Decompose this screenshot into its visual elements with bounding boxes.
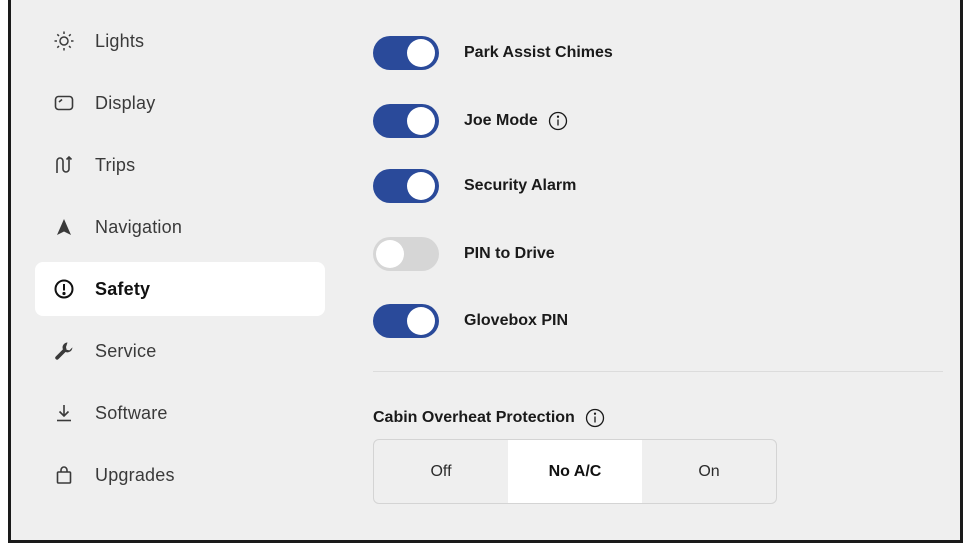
setting-label-text: Joe Mode: [464, 112, 538, 129]
sidebar-item-label: Safety: [95, 278, 151, 299]
sidebar-item-label: Software: [95, 402, 168, 423]
sidebar-item-label: Navigation: [95, 216, 183, 237]
toggle-knob: [407, 307, 435, 335]
info-icon[interactable]: [548, 111, 568, 131]
setting-label-text: Glovebox PIN: [464, 312, 569, 329]
setting-row-security-alarm: Security Alarm: [373, 166, 576, 206]
sidebar-item-safety[interactable]: Safety: [35, 262, 325, 316]
sidebar-item-label: Lights: [95, 30, 145, 51]
cabin-overheat-selector: Off No A/C On: [373, 439, 777, 504]
option-on[interactable]: On: [642, 440, 776, 503]
sidebar-item-lights[interactable]: Lights: [35, 14, 325, 68]
cabin-overheat-title: Cabin Overheat Protection: [373, 408, 605, 428]
info-icon[interactable]: [585, 408, 605, 428]
toggle-knob: [407, 107, 435, 135]
sidebar-item-upgrades[interactable]: Upgrades: [35, 448, 325, 502]
setting-label: Glovebox PIN: [464, 312, 568, 330]
setting-label: Security Alarm: [464, 177, 576, 195]
download-icon: [53, 402, 75, 424]
setting-row-pin-to-drive: PIN to Drive: [373, 234, 555, 274]
setting-label: PIN to Drive: [464, 245, 555, 263]
sun-icon: [53, 30, 75, 52]
setting-label: Park Assist Chimes: [464, 44, 613, 62]
joe-mode-toggle[interactable]: [373, 104, 439, 138]
navigation-arrow-icon: [53, 216, 75, 238]
sidebar-item-navigation[interactable]: Navigation: [35, 200, 325, 254]
wrench-icon: [53, 340, 75, 362]
setting-label-text: Park Assist Chimes: [464, 44, 613, 61]
park-assist-chimes-toggle[interactable]: [373, 36, 439, 70]
setting-row-joe-mode: Joe Mode: [373, 101, 568, 141]
glovebox-pin-toggle[interactable]: [373, 304, 439, 338]
sidebar-item-label: Trips: [95, 154, 136, 175]
toggle-knob: [407, 39, 435, 67]
sidebar-item-software[interactable]: Software: [35, 386, 325, 440]
sidebar-item-label: Display: [95, 92, 156, 113]
toggle-knob: [376, 240, 404, 268]
setting-row-glovebox-pin: Glovebox PIN: [373, 301, 568, 341]
setting-label: Joe Mode: [464, 111, 568, 131]
setting-row-park-assist-chimes: Park Assist Chimes: [373, 33, 613, 73]
sidebar-item-label: Upgrades: [95, 464, 175, 485]
alert-circle-icon: [53, 278, 75, 300]
settings-sidebar: Lights Display Trips Navigation Safety S…: [35, 14, 325, 510]
sidebar-item-trips[interactable]: Trips: [35, 138, 325, 192]
display-icon: [53, 92, 75, 114]
section-title-text: Cabin Overheat Protection: [373, 409, 575, 426]
settings-screen: Lights Display Trips Navigation Safety S…: [8, 0, 963, 543]
setting-label-text: PIN to Drive: [464, 245, 555, 262]
shopping-bag-icon: [53, 464, 75, 486]
sidebar-item-label: Service: [95, 340, 157, 361]
sidebar-item-service[interactable]: Service: [35, 324, 325, 378]
sidebar-item-display[interactable]: Display: [35, 76, 325, 130]
option-no-ac[interactable]: No A/C: [508, 440, 642, 503]
security-alarm-toggle[interactable]: [373, 169, 439, 203]
toggle-knob: [407, 172, 435, 200]
section-divider: [373, 371, 943, 372]
setting-label-text: Security Alarm: [464, 177, 577, 194]
trips-icon: [53, 154, 75, 176]
option-off[interactable]: Off: [374, 440, 508, 503]
pin-to-drive-toggle[interactable]: [373, 237, 439, 271]
